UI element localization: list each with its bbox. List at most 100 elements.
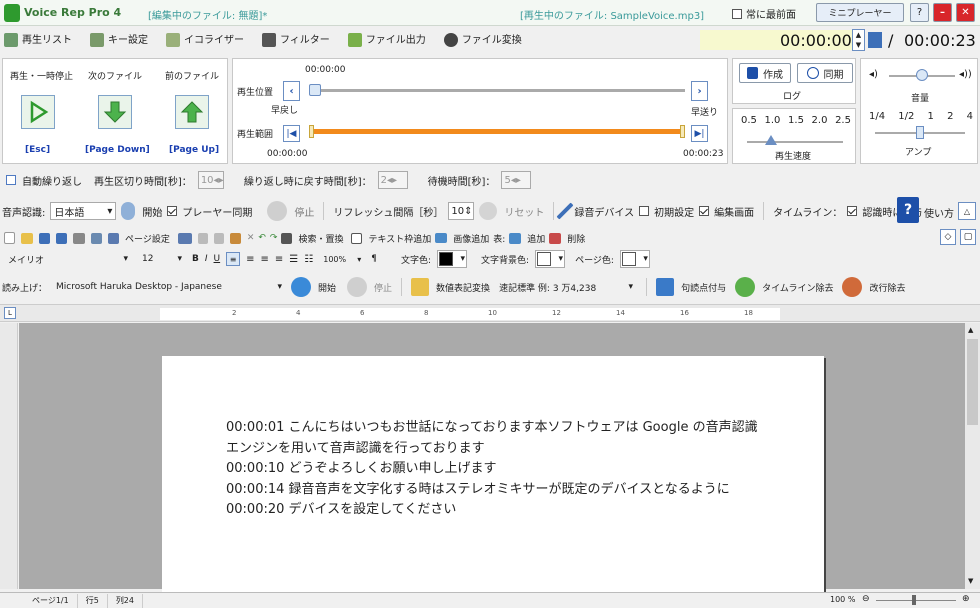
initial-settings-checkbox[interactable] [639, 206, 650, 216]
how-to-icon[interactable]: ? [897, 197, 919, 223]
forward-button[interactable]: › [691, 81, 708, 101]
recognition-start-label[interactable]: 開始 [142, 204, 162, 219]
recognition-stop-label[interactable]: 停止 [294, 204, 314, 219]
language-select[interactable]: 日本語 ▾ [50, 202, 117, 220]
scroll-down-icon[interactable]: ▼ [968, 577, 973, 585]
new-document-icon[interactable] [4, 232, 15, 244]
notepad-icon[interactable] [656, 278, 675, 296]
range-start-button[interactable]: |◀ [283, 125, 300, 142]
bg-color-picker[interactable]: ▾ [535, 250, 566, 268]
bold-button[interactable]: B [192, 254, 199, 264]
undo-icon[interactable]: ↶ [258, 233, 266, 243]
tab-stop-icon[interactable]: L [4, 307, 16, 319]
page-settings-label[interactable]: ページ設定 [125, 232, 170, 245]
player-sync-checkbox[interactable] [167, 206, 178, 216]
save-as-icon[interactable] [56, 232, 67, 244]
timeline-checkbox[interactable] [847, 206, 858, 216]
menu-playlist[interactable]: 再生リスト [4, 31, 76, 47]
text-color-picker[interactable]: ▾ [437, 250, 468, 268]
insert-icon[interactable] [177, 232, 192, 244]
zoom-slider-thumb[interactable] [912, 595, 916, 605]
wait-time-spinner[interactable]: 5 ◂▸ [501, 171, 532, 189]
reset-label[interactable]: リセット [504, 204, 544, 219]
timeline-remove-label[interactable]: タイムライン除去 [762, 281, 833, 294]
position-track[interactable] [309, 89, 685, 92]
zoom-in-icon[interactable]: ⊕ [962, 594, 970, 604]
newline-remove-label[interactable]: 改行除去 [869, 281, 905, 294]
menu-equalizer[interactable]: イコライザー [166, 31, 248, 47]
print-preview-icon[interactable] [91, 232, 102, 244]
timeline-remove-icon[interactable] [735, 277, 756, 297]
stop-icon[interactable] [267, 201, 288, 221]
mini-player-button[interactable]: ミニプレーヤー [816, 3, 904, 22]
table-delete-icon[interactable] [549, 232, 562, 244]
zoom-select[interactable]: 100% ▾ [319, 250, 365, 268]
collapse-button[interactable]: △ [958, 202, 976, 220]
minimize-icon[interactable]: – [933, 3, 952, 22]
zoom-out-icon[interactable]: ⊖ [862, 594, 870, 604]
tts-stop-icon[interactable] [347, 277, 368, 297]
position-slider-thumb[interactable] [309, 84, 321, 96]
rewind-button[interactable]: ‹ [283, 81, 300, 101]
tts-stop-label[interactable]: 停止 [374, 281, 392, 294]
speed-slider-thumb[interactable] [765, 135, 777, 145]
create-log-button[interactable]: 作成 [739, 63, 791, 83]
table-add-icon[interactable] [509, 232, 522, 244]
underline-button[interactable]: U [214, 254, 221, 264]
page-color-picker[interactable]: ▾ [619, 250, 650, 268]
range-end-button[interactable]: ▶| [691, 125, 708, 142]
document-text[interactable]: 00:00:01 こんにちはいつもお世話になっております本ソフトウェアは Goo… [226, 418, 806, 521]
range-track[interactable] [309, 125, 685, 138]
table-delete-label[interactable]: 削除 [567, 232, 585, 245]
save-icon[interactable] [868, 32, 882, 48]
size-select[interactable]: 12 ▾ [138, 250, 186, 268]
range-start-handle[interactable] [309, 125, 314, 138]
volume-slider-thumb[interactable] [916, 69, 928, 81]
prev-file-button[interactable] [175, 95, 209, 129]
align-right-icon[interactable]: ≡ [261, 254, 269, 265]
text-frame-icon[interactable] [351, 232, 363, 244]
notation-select[interactable]: 速記標準 例: 3 万4,238 ▾ [495, 278, 637, 296]
restore-icon[interactable]: ◇ [940, 229, 956, 245]
play-button[interactable] [21, 95, 55, 129]
font-select[interactable]: メイリオ ▾ [4, 250, 132, 268]
zoom-track[interactable] [876, 600, 956, 601]
text-frame-label[interactable]: テキスト枠追加 [368, 232, 431, 245]
delete-icon[interactable]: ✕ [247, 233, 255, 243]
tts-play-icon[interactable] [291, 277, 312, 297]
align-left-icon[interactable]: ≡ [226, 252, 241, 266]
voice-select[interactable]: Microsoft Haruka Desktop - Japanese ▾ [52, 278, 286, 296]
scroll-up-icon[interactable]: ▲ [968, 326, 973, 334]
speed-track[interactable] [747, 141, 843, 143]
image-add-label[interactable]: 画像追加 [453, 232, 489, 245]
rec-device-label[interactable]: 録音デバイス [574, 204, 634, 219]
justify-icon[interactable]: ≡ [275, 254, 283, 265]
numbered-list-icon[interactable]: ☷ [304, 254, 313, 265]
tts-start-label[interactable]: 開始 [318, 281, 336, 294]
sync-log-button[interactable]: 同期 [797, 63, 853, 83]
menu-filter[interactable]: フィルター [262, 31, 334, 47]
document-page[interactable]: 00:00:01 こんにちはいつもお世話になっております本ソフトウェアは Goo… [162, 356, 824, 596]
paste-icon[interactable] [229, 232, 241, 244]
range-end-handle[interactable] [680, 125, 685, 138]
open-folder-icon[interactable] [21, 232, 33, 244]
menu-file-convert[interactable]: ファイル変換 [443, 31, 526, 47]
close-icon[interactable]: ✕ [956, 3, 975, 22]
help-icon[interactable]: ? [910, 3, 929, 22]
tools-icon[interactable] [556, 202, 574, 220]
back-time-spinner[interactable]: 2 ◂▸ [377, 171, 408, 189]
italic-button[interactable]: I [205, 254, 208, 264]
save-doc-icon[interactable] [39, 232, 50, 244]
scrollbar-thumb[interactable] [967, 339, 978, 425]
numeric-convert-label[interactable]: 数値表記変換 [436, 281, 490, 294]
search-replace-label[interactable]: 検索・置換 [298, 232, 343, 245]
segment-spinner[interactable]: 10 ◂▸ [197, 171, 224, 189]
bullet-list-icon[interactable]: ☰ [289, 254, 298, 265]
cut-icon[interactable] [197, 232, 208, 244]
table-add-label[interactable]: 追加 [527, 232, 545, 245]
how-to-label[interactable]: 使い方 [924, 205, 954, 220]
refresh-spinner[interactable]: 10 ⇕ [448, 202, 475, 220]
maximize-icon[interactable]: ▢ [960, 229, 976, 245]
auto-repeat-checkbox[interactable] [6, 175, 16, 185]
amp-slider-thumb[interactable] [916, 126, 924, 139]
